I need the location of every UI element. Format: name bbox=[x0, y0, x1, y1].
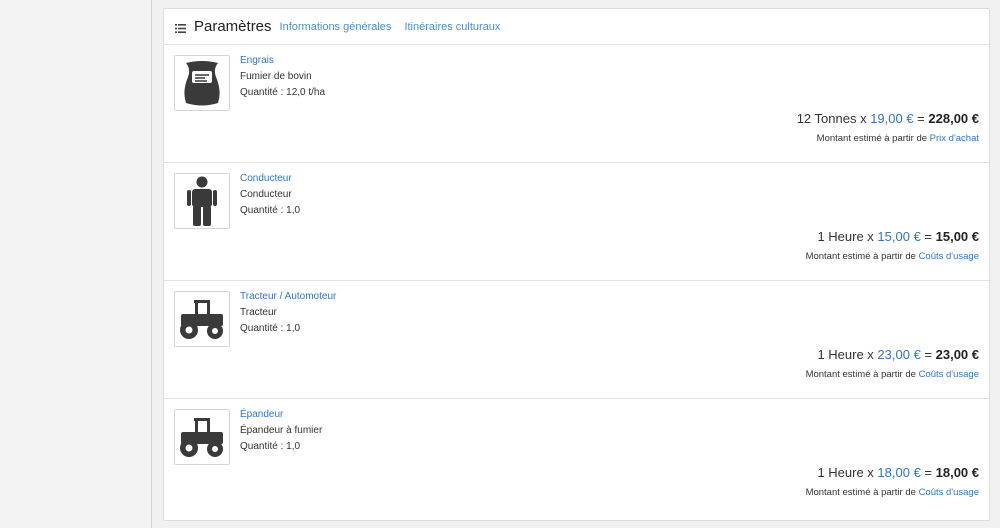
item-name: Fumier de bovin bbox=[240, 71, 312, 82]
price-quantity: 1 Heure x bbox=[817, 347, 878, 362]
estimate-note: Montant estimé à partir de Coûts d'usage bbox=[806, 251, 979, 262]
price-line: 1 Heure x 18,00 € = 18,00 € bbox=[817, 465, 979, 480]
unit-price-link[interactable]: 15,00 € bbox=[877, 229, 920, 244]
price-quantity: 1 Heure x bbox=[817, 465, 878, 480]
estimate-source-link[interactable]: Coûts d'usage bbox=[919, 251, 979, 262]
item-category-link[interactable]: Tracteur / Automoteur bbox=[240, 289, 336, 305]
price-equals: = bbox=[920, 347, 936, 362]
item-quantity: Quantité : 12,0 t/ha bbox=[240, 87, 326, 98]
price-line: 1 Heure x 23,00 € = 23,00 € bbox=[817, 347, 979, 362]
person-icon bbox=[187, 176, 217, 226]
list-item: Épandeur Épandeur à fumier Quantité : 1,… bbox=[164, 399, 989, 517]
fertilizer-bag-icon bbox=[180, 59, 224, 107]
list-item: Conducteur Conducteur Quantité : 1,0 1 H… bbox=[164, 163, 989, 281]
item-quantity: Quantité : 1,0 bbox=[240, 205, 301, 216]
item-name: Épandeur à fumier bbox=[240, 425, 323, 436]
estimate-source-link[interactable]: Prix d'achat bbox=[930, 133, 979, 144]
tractor-icon bbox=[177, 416, 227, 458]
estimate-text: Montant estimé à partir de bbox=[816, 133, 930, 144]
list-item: Engrais Fumier de bovin Quantité : 12,0 … bbox=[164, 45, 989, 163]
price-equals: = bbox=[920, 465, 936, 480]
tab-informations-generales[interactable]: Informations générales bbox=[280, 21, 392, 33]
unit-price-link[interactable]: 18,00 € bbox=[877, 465, 920, 480]
price-total: 15,00 € bbox=[935, 229, 979, 244]
list-icon bbox=[175, 21, 186, 33]
estimate-source-link[interactable]: Coûts d'usage bbox=[919, 487, 979, 498]
tab-itineraires-culturaux[interactable]: Itinéraires culturaux bbox=[404, 21, 500, 33]
price-equals: = bbox=[920, 229, 936, 244]
estimate-note: Montant estimé à partir de Coûts d'usage bbox=[806, 369, 979, 380]
item-thumbnail bbox=[174, 409, 230, 465]
item-name: Conducteur bbox=[240, 189, 292, 200]
price-line: 1 Heure x 15,00 € = 15,00 € bbox=[817, 229, 979, 244]
item-thumbnail bbox=[174, 291, 230, 347]
item-thumbnail bbox=[174, 55, 230, 111]
item-category-link[interactable]: Engrais bbox=[240, 53, 325, 69]
estimate-source-link[interactable]: Coûts d'usage bbox=[919, 369, 979, 380]
unit-price-link[interactable]: 23,00 € bbox=[877, 347, 920, 362]
list-item: Tracteur / Automoteur Tracteur Quantité … bbox=[164, 281, 989, 399]
tractor-icon bbox=[177, 298, 227, 340]
estimate-text: Montant estimé à partir de bbox=[805, 487, 919, 498]
price-line: 12 Tonnes x 19,00 € = 228,00 € bbox=[797, 111, 979, 126]
price-total: 23,00 € bbox=[935, 347, 979, 362]
item-name: Tracteur bbox=[240, 307, 277, 318]
price-quantity: 1 Heure x bbox=[817, 229, 878, 244]
estimate-text: Montant estimé à partir de bbox=[805, 251, 919, 262]
price-equals: = bbox=[913, 111, 929, 126]
item-quantity: Quantité : 1,0 bbox=[240, 323, 301, 334]
price-total: 228,00 € bbox=[928, 111, 979, 126]
estimate-text: Montant estimé à partir de bbox=[805, 369, 919, 380]
item-thumbnail bbox=[174, 173, 230, 229]
price-total: 18,00 € bbox=[935, 465, 979, 480]
item-category-link[interactable]: Conducteur bbox=[240, 171, 300, 187]
panel-header: Paramètres Informations générales Itinér… bbox=[164, 9, 989, 45]
price-quantity: 12 Tonnes x bbox=[796, 111, 871, 126]
left-sidebar bbox=[0, 0, 152, 528]
parameters-panel: Paramètres Informations générales Itinér… bbox=[163, 8, 990, 521]
page-title: Paramètres bbox=[194, 18, 272, 35]
item-category-link[interactable]: Épandeur bbox=[240, 407, 322, 423]
unit-price-link[interactable]: 19,00 € bbox=[870, 111, 913, 126]
estimate-note: Montant estimé à partir de Coûts d'usage bbox=[806, 487, 979, 498]
item-quantity: Quantité : 1,0 bbox=[240, 441, 301, 452]
estimate-note: Montant estimé à partir de Prix d'achat bbox=[817, 133, 979, 144]
